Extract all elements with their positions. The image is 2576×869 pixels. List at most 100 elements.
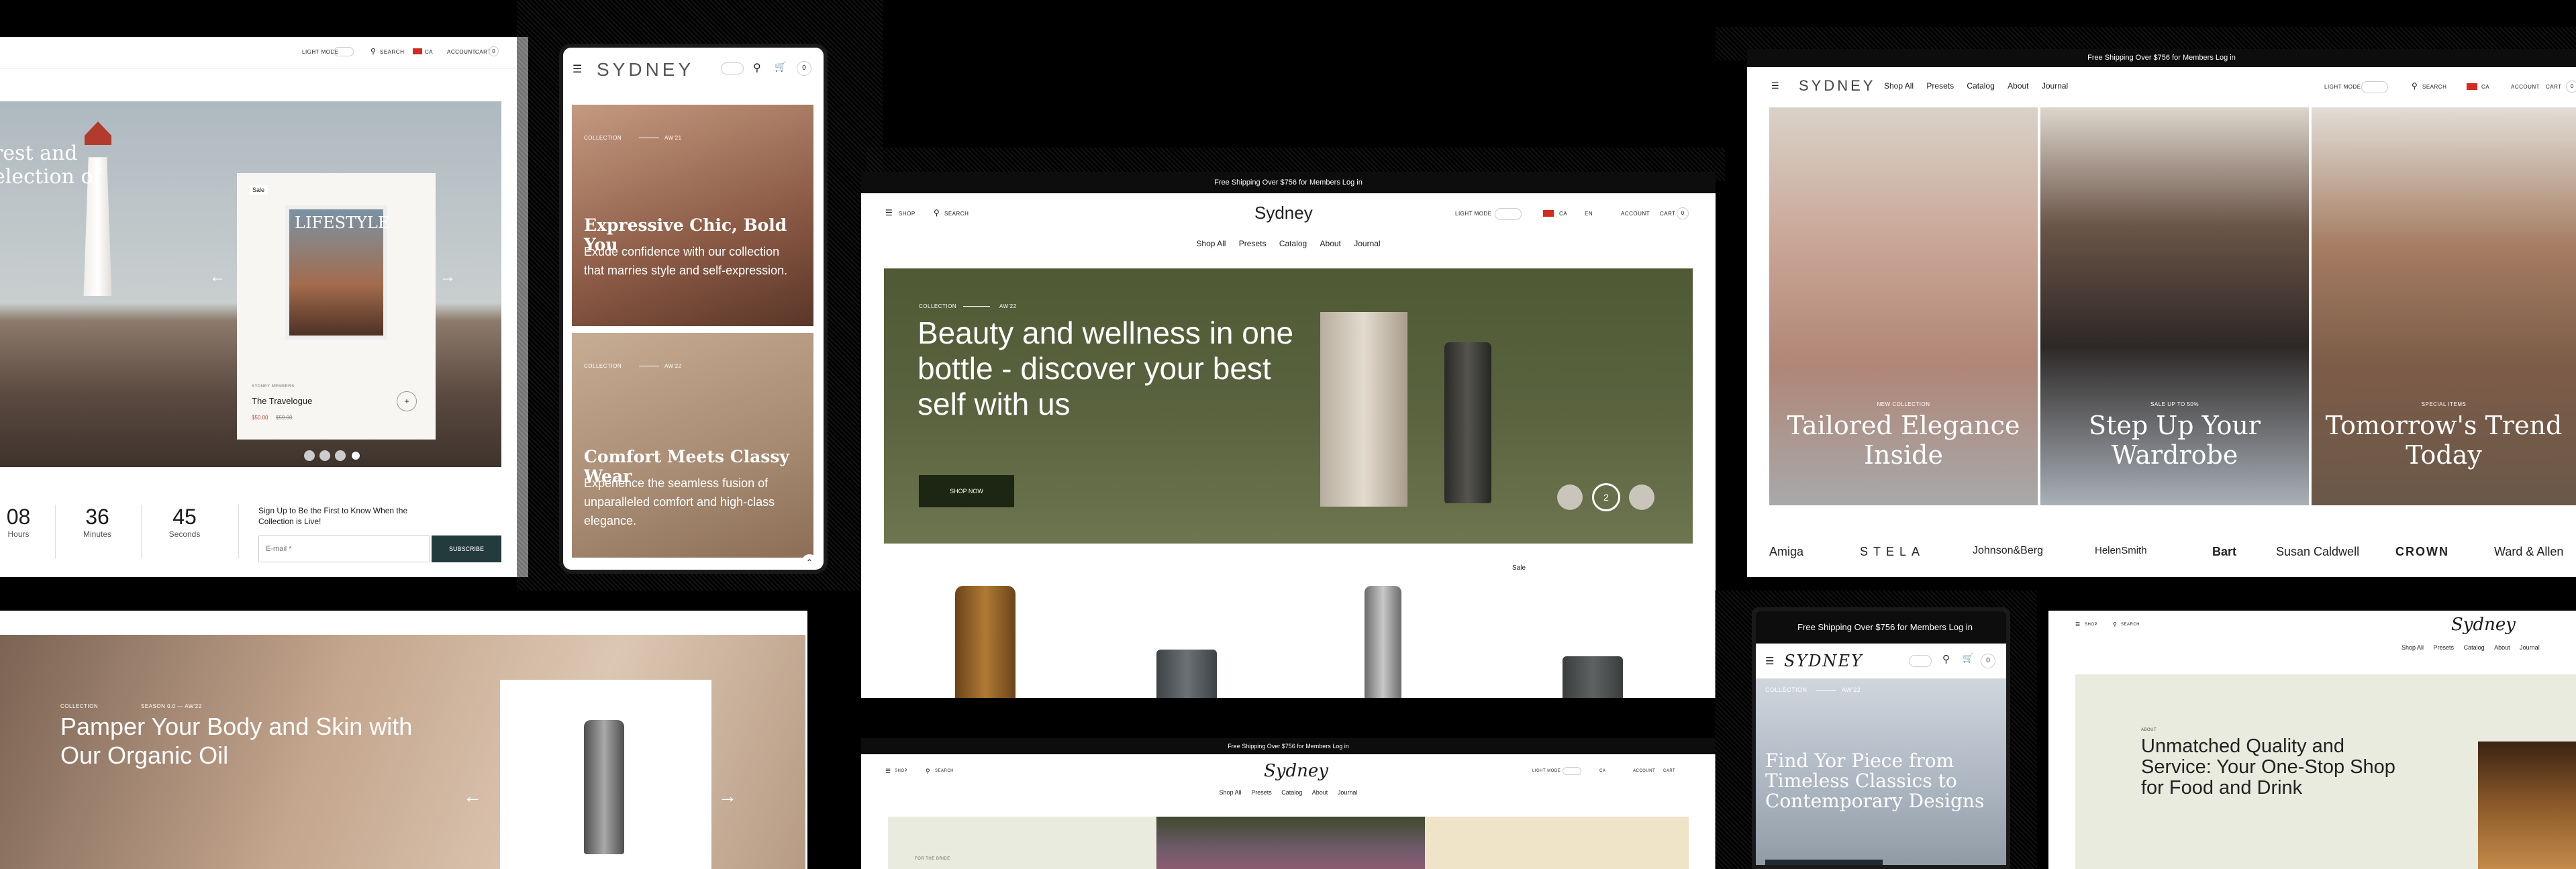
nav-shop-all[interactable]: Shop All xyxy=(2401,644,2424,651)
search-label[interactable]: SEARCH xyxy=(944,211,969,217)
nav-presets[interactable]: Presets xyxy=(1251,789,1272,796)
search-label[interactable]: SEARCH xyxy=(2422,84,2446,90)
nav-journal[interactable]: Journal xyxy=(2042,81,2068,91)
subscribe-button[interactable]: SUBSCRIBE xyxy=(432,535,501,562)
prev-arrow-icon[interactable]: ← xyxy=(463,786,482,807)
nav-about[interactable]: About xyxy=(2494,644,2510,651)
login-link[interactable]: Log in xyxy=(1342,178,1363,187)
light-mode-toggle[interactable] xyxy=(334,47,354,56)
country-label[interactable]: CA xyxy=(1599,769,1605,773)
shop-now-button[interactable]: SHOP NOW xyxy=(919,475,1014,507)
search-label[interactable]: SEARCH xyxy=(935,769,954,773)
search-icon[interactable]: ⚲ xyxy=(2412,81,2418,91)
nav-presets[interactable]: Presets xyxy=(1239,239,1267,248)
next-arrow-icon[interactable]: → xyxy=(440,268,456,287)
light-mode-toggle[interactable] xyxy=(1909,655,1932,667)
cart-link[interactable]: CART xyxy=(1663,769,1675,773)
thumb-dot-3[interactable] xyxy=(335,450,346,461)
product-thumb-1[interactable] xyxy=(955,586,1015,698)
search-icon[interactable]: ⚲ xyxy=(2113,621,2117,627)
search-icon[interactable]: ⚲ xyxy=(370,47,376,56)
account-link[interactable]: ACCOUNT xyxy=(2511,84,2540,90)
brand-logo[interactable]: Sydney xyxy=(2451,615,2516,635)
brand-logo[interactable]: Sydney xyxy=(1254,203,1313,223)
hamburger-icon[interactable]: ☰ xyxy=(2075,621,2080,627)
nav-catalog[interactable]: Catalog xyxy=(2464,644,2485,651)
account-link[interactable]: ACCOUNT xyxy=(447,49,476,55)
search-label[interactable]: SEARCH xyxy=(380,49,404,55)
search-icon[interactable]: ⚲ xyxy=(934,208,940,217)
nav-catalog[interactable]: Catalog xyxy=(1279,239,1307,248)
search-icon[interactable]: ⚲ xyxy=(1942,653,1950,665)
fashion-tile-1[interactable]: NEW COLLECTION Tailored Elegance Inside xyxy=(1769,107,2038,505)
product-thumb-3[interactable] xyxy=(1365,586,1401,698)
light-mode-toggle[interactable] xyxy=(1563,767,1581,775)
prev-arrow-icon[interactable]: ← xyxy=(209,268,226,287)
hamburger-icon[interactable]: ☰ xyxy=(885,768,891,775)
thumb-dot-4[interactable] xyxy=(350,450,361,461)
search-icon[interactable]: ⚲ xyxy=(926,768,930,775)
search-label[interactable]: SEARCH xyxy=(2121,623,2140,627)
tile-bride[interactable]: FOR THE BRIDE xyxy=(888,817,1156,869)
nav-catalog[interactable]: Catalog xyxy=(1281,789,1302,796)
brand-logo[interactable]: Sydney xyxy=(1264,761,1328,781)
hamburger-icon[interactable]: ☰ xyxy=(1765,655,1774,667)
thumb-dot-1[interactable] xyxy=(304,450,315,461)
next-arrow-icon[interactable]: → xyxy=(718,786,737,807)
bag-icon[interactable]: 🛒 xyxy=(775,61,786,72)
thumb-dot-2[interactable] xyxy=(319,450,330,461)
add-to-cart-button[interactable]: + xyxy=(397,391,417,411)
nav-journal[interactable]: Journal xyxy=(1354,239,1380,248)
nav-about[interactable]: About xyxy=(2008,81,2028,91)
hamburger-icon[interactable]: ☰ xyxy=(885,208,893,217)
product-thumb-2[interactable] xyxy=(1156,650,1217,698)
login-link[interactable]: Log in xyxy=(2216,54,2236,62)
bag-icon[interactable]: 🛒 xyxy=(1963,653,1973,664)
fashion-tile-2[interactable]: SALE UP TO 50% Step Up Your Wardrobe xyxy=(2040,107,2309,505)
nav-journal[interactable]: Journal xyxy=(2520,644,2540,651)
brand-logo[interactable]: SYDNEY xyxy=(1784,652,1863,670)
brand-logo[interactable]: SYDNEY xyxy=(597,59,694,81)
search-icon[interactable]: ⚲ xyxy=(753,61,761,74)
fashion-tile-3[interactable]: SPECIAL ITEMS Tomorrow's Trend Today xyxy=(2312,107,2576,505)
shop-link[interactable]: SHOP xyxy=(2085,623,2097,627)
chevron-up-icon[interactable]: ⌃ xyxy=(801,554,818,570)
nav-shop-all[interactable]: Shop All xyxy=(1220,789,1242,796)
nav-about[interactable]: About xyxy=(1320,239,1341,248)
nav-presets[interactable]: Presets xyxy=(2434,644,2455,651)
account-link[interactable]: ACCOUNT xyxy=(1633,769,1655,773)
hero-button[interactable] xyxy=(1765,860,1883,865)
collection-card-chic[interactable]: COLLECTION AW'21 Expressive Chic, Bold Y… xyxy=(572,105,813,326)
lang-label[interactable]: EN xyxy=(1585,211,1593,217)
product-card[interactable] xyxy=(500,680,711,869)
account-link[interactable]: ACCOUNT xyxy=(1621,211,1650,217)
country-label[interactable]: CA xyxy=(425,49,433,55)
light-mode-toggle[interactable] xyxy=(721,62,744,74)
slide-thumb-2[interactable]: 2 xyxy=(1592,483,1620,511)
shop-link[interactable]: SHOP xyxy=(895,769,907,773)
country-label[interactable]: CA xyxy=(1559,211,1567,217)
product-card[interactable]: Sale LIFESTYLE SYDNEY MEMBERS The Travel… xyxy=(237,173,436,440)
collection-card-comfort[interactable]: COLLECTION AW'22 Comfort Meets Classy We… xyxy=(572,333,813,558)
nav-presets[interactable]: Presets xyxy=(1926,81,1954,91)
login-link[interactable]: Log in xyxy=(132,56,148,62)
nav-shop-all[interactable]: Shop All xyxy=(1196,239,1226,248)
brand-logo[interactable]: SYDNEY xyxy=(1799,77,1875,95)
cart-link[interactable]: CART xyxy=(2546,84,2562,90)
tile-florals[interactable] xyxy=(1156,817,1425,869)
light-mode-toggle[interactable] xyxy=(1495,208,1522,220)
product-name[interactable]: The Travelogue xyxy=(252,396,312,406)
light-mode-toggle[interactable] xyxy=(2361,81,2388,93)
nav-about[interactable]: About xyxy=(1312,789,1328,796)
tile-sunlight[interactable] xyxy=(1425,817,1689,869)
hamburger-icon[interactable]: ☰ xyxy=(573,62,582,76)
email-field[interactable] xyxy=(258,535,430,562)
slide-thumb-1[interactable] xyxy=(1557,484,1583,510)
cart-link[interactable]: CART xyxy=(1660,211,1676,217)
nav-journal[interactable]: Journal xyxy=(1338,789,1358,796)
country-label[interactable]: CA xyxy=(2481,84,2489,90)
login-link[interactable]: Log in xyxy=(1949,622,1973,632)
nav-shop-all[interactable]: Shop All xyxy=(1884,81,1914,91)
hamburger-icon[interactable]: ☰ xyxy=(1771,81,1779,91)
shop-link[interactable]: SHOP xyxy=(899,211,915,217)
